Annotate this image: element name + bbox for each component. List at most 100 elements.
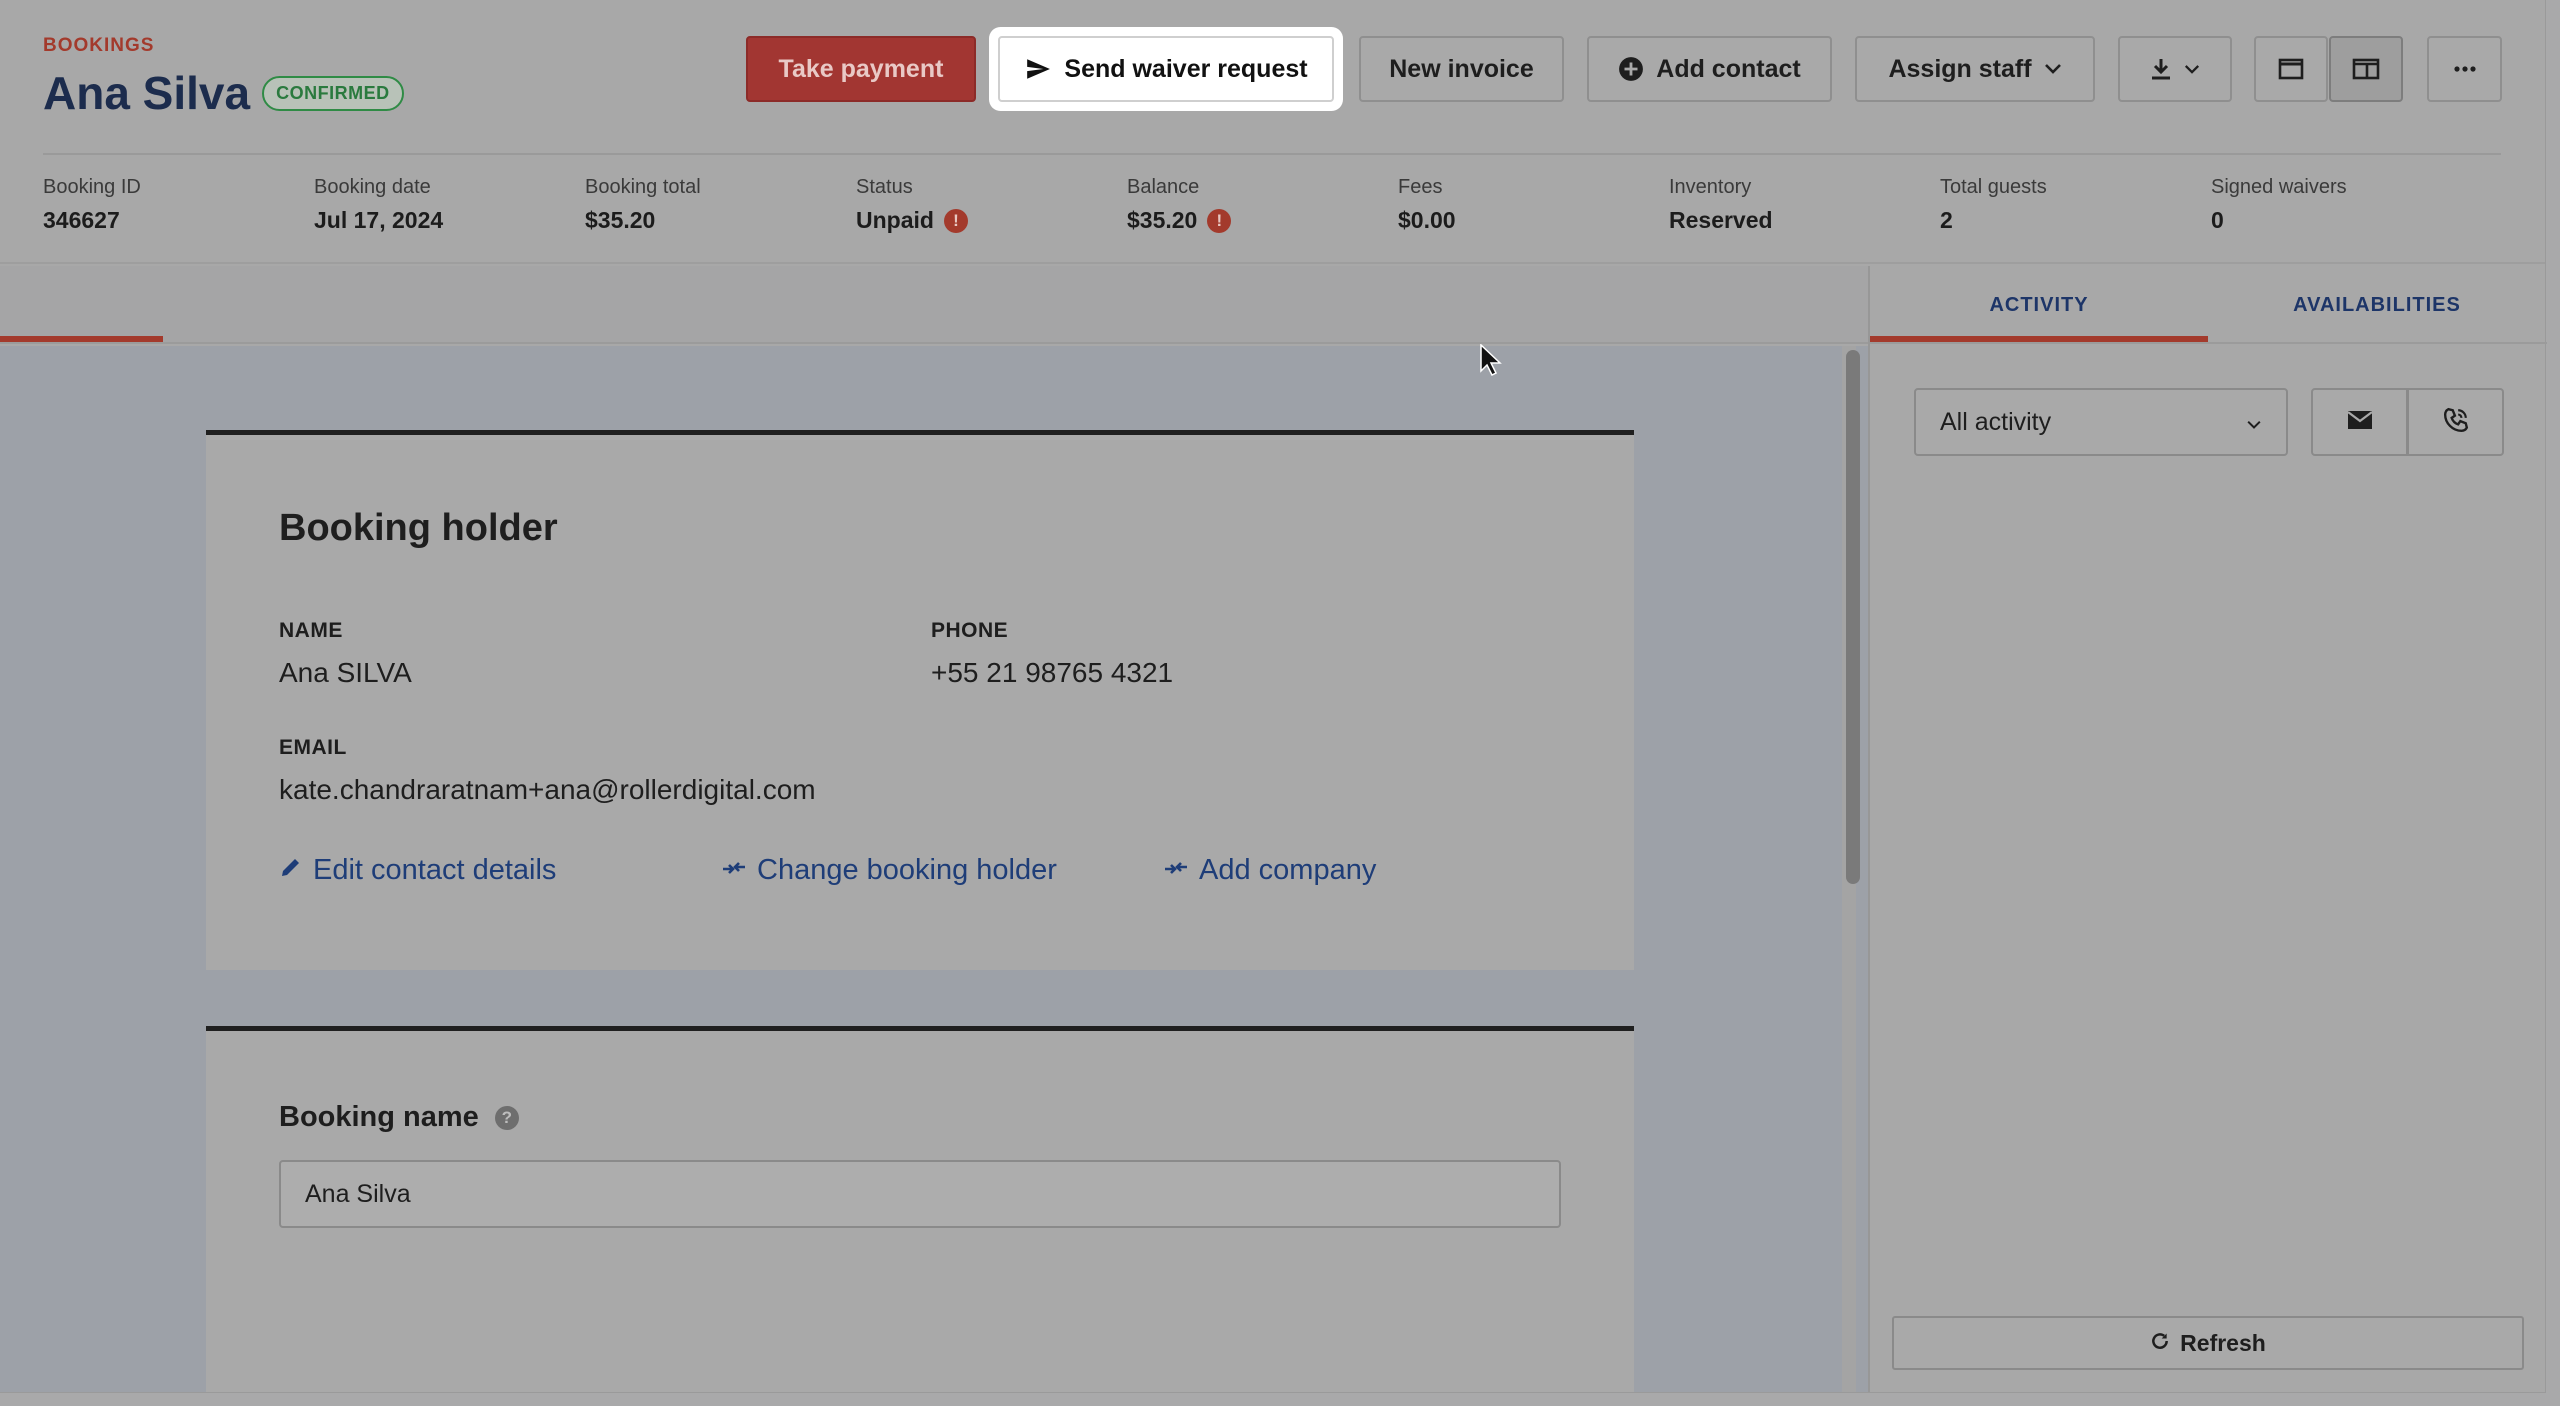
send-waiver-label: Send waiver request	[1064, 54, 1308, 83]
stat-fees: Fees $0.00	[1398, 176, 1456, 234]
activity-panel: ACTIVITY AVAILABILITIES All activity Ref…	[1868, 266, 2547, 1392]
stat-value: 0	[2211, 207, 2224, 233]
stat-value: 2	[1940, 207, 1953, 233]
stat-value: $0.00	[1398, 207, 1456, 233]
stat-label: Inventory	[1669, 176, 1752, 198]
activity-filter-select[interactable]: All activity	[1914, 388, 2288, 456]
stat-value: Reserved	[1669, 207, 1773, 233]
stat-label: Booking ID	[43, 176, 141, 198]
send-waiver-request-button[interactable]: Send waiver request	[998, 36, 1334, 102]
activity-filter-value: All activity	[1940, 407, 2052, 436]
name-label: NAME	[279, 619, 343, 642]
stat-value: $35.20	[585, 207, 656, 233]
swap-icon	[721, 854, 747, 887]
chevron-down-icon	[2184, 64, 2200, 75]
active-tab-indicator	[0, 336, 163, 342]
booking-name-card: Booking name ?	[206, 1026, 1634, 1392]
stat-booking-date: Booking date Jul 17, 2024	[314, 176, 443, 234]
booking-stats: Booking ID 346627 Booking date Jul 17, 2…	[43, 176, 2503, 246]
swap-icon	[1163, 854, 1189, 887]
stat-value: Jul 17, 2024	[314, 207, 444, 233]
email-value: kate.chandraratnam+ana@rollerdigital.com	[279, 774, 816, 805]
stat-label: Fees	[1398, 176, 1443, 198]
stat-value: $35.20	[1127, 207, 1198, 233]
help-icon[interactable]: ?	[494, 1106, 519, 1131]
panel-tabs: ACTIVITY AVAILABILITIES	[1870, 266, 2547, 344]
edit-contact-label: Edit contact details	[313, 854, 557, 886]
stat-total-guests: Total guests 2	[1940, 176, 2047, 234]
scrollbar-thumb[interactable]	[1846, 350, 1860, 884]
header-divider	[43, 153, 2501, 155]
booking-name-heading: Booking name ?	[279, 1101, 519, 1134]
tab-availabilities[interactable]: AVAILABILITIES	[2208, 266, 2546, 344]
take-payment-label: Take payment	[778, 54, 944, 83]
stat-inventory: Inventory Reserved	[1669, 176, 1773, 234]
stat-booking-id: Booking ID 346627	[43, 176, 141, 234]
add-company-link[interactable]: Add company	[1163, 854, 1376, 887]
phone-button[interactable]	[2407, 388, 2504, 456]
stat-label: Status	[856, 176, 913, 198]
alert-icon[interactable]: !	[1207, 208, 1232, 233]
booking-holder-title: Booking holder	[279, 507, 558, 549]
tab-activity[interactable]: ACTIVITY	[1870, 266, 2208, 344]
single-panel-icon	[2278, 58, 2304, 80]
envelope-icon	[2346, 410, 2373, 435]
status-badge: CONFIRMED	[262, 75, 404, 111]
phone-icon	[2443, 407, 2469, 438]
send-icon	[1024, 56, 1052, 82]
booking-name-label: Booking name	[279, 1101, 479, 1133]
refresh-icon	[2150, 1330, 2170, 1357]
email-label: EMAIL	[279, 736, 347, 759]
title-row: Ana Silva CONFIRMED	[43, 66, 404, 120]
assign-staff-label: Assign staff	[1888, 54, 2032, 83]
refresh-button[interactable]: Refresh	[1892, 1316, 2524, 1370]
download-icon	[2150, 57, 2172, 81]
add-contact-label: Add contact	[1656, 54, 1801, 83]
phone-value: +55 21 98765 4321	[931, 657, 1174, 688]
new-invoice-button[interactable]: New invoice	[1359, 36, 1564, 102]
edit-contact-details-link[interactable]: Edit contact details	[279, 854, 556, 887]
stat-label: Signed waivers	[2211, 176, 2347, 198]
more-options-button[interactable]	[2427, 36, 2502, 102]
plus-circle-icon	[1618, 56, 1644, 82]
split-panel-icon	[2352, 58, 2380, 80]
new-invoice-label: New invoice	[1389, 54, 1534, 83]
stat-booking-total: Booking total $35.20	[585, 176, 701, 234]
mouse-cursor-icon	[1480, 343, 1502, 381]
booking-holder-card: Booking holder NAME Ana SILVA PHONE +55 …	[206, 430, 1634, 970]
stat-value: Unpaid	[856, 207, 934, 233]
stat-label: Balance	[1127, 176, 1200, 198]
add-company-label: Add company	[1199, 854, 1377, 886]
main-content[interactable]: Booking holder NAME Ana SILVA PHONE +55 …	[0, 346, 1868, 1392]
page-title: Ana Silva	[43, 67, 251, 119]
stat-balance: Balance $35.20 !	[1127, 176, 1232, 234]
name-value: Ana SILVA	[279, 657, 412, 688]
single-panel-view-button[interactable]	[2254, 36, 2328, 102]
pencil-icon	[279, 854, 303, 887]
breadcrumb[interactable]: BOOKINGS	[43, 35, 154, 57]
booking-name-input[interactable]	[279, 1160, 1561, 1228]
email-button[interactable]	[2311, 388, 2408, 456]
add-contact-button[interactable]: Add contact	[1587, 36, 1832, 102]
booking-header: BOOKINGS Ana Silva CONFIRMED Take paymen…	[0, 0, 2545, 264]
change-holder-label: Change booking holder	[757, 854, 1057, 886]
chevron-down-icon	[2246, 408, 2262, 437]
stat-label: Total guests	[1940, 176, 2047, 198]
phone-label: PHONE	[931, 619, 1009, 642]
download-dropdown[interactable]	[2118, 36, 2232, 102]
app-frame: BOOKINGS Ana Silva CONFIRMED Take paymen…	[0, 0, 2547, 1392]
take-payment-button[interactable]: Take payment	[746, 36, 976, 102]
alert-icon[interactable]: !	[943, 208, 968, 233]
split-panel-view-button[interactable]	[2329, 36, 2403, 102]
active-tab-indicator	[1870, 336, 2208, 342]
stat-label: Booking total	[585, 176, 701, 198]
assign-staff-dropdown[interactable]: Assign staff	[1855, 36, 2095, 102]
change-booking-holder-link[interactable]: Change booking holder	[721, 854, 1057, 887]
refresh-label: Refresh	[2180, 1329, 2266, 1356]
chevron-down-icon	[2044, 63, 2062, 75]
stat-signed-waivers: Signed waivers 0	[2211, 176, 2347, 234]
stat-value: 346627	[43, 207, 120, 233]
stat-label: Booking date	[314, 176, 431, 198]
ellipsis-icon	[2453, 65, 2477, 73]
main-tab-strip	[0, 266, 1868, 344]
